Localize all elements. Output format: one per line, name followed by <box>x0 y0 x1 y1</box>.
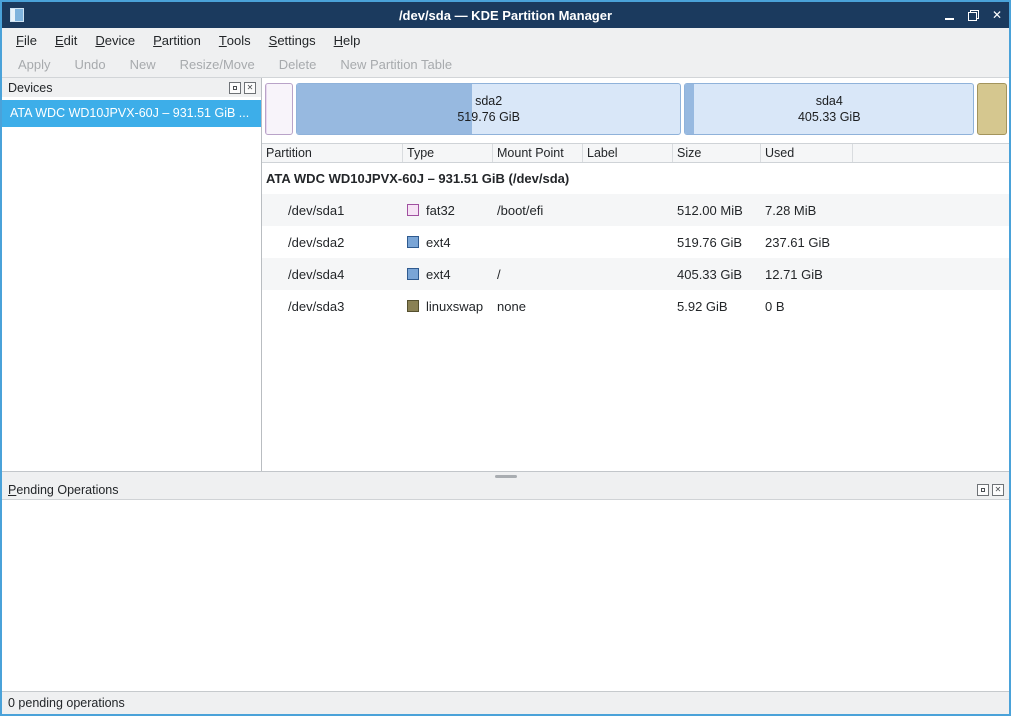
toolbar: Apply Undo New Resize/Move Delete New Pa… <box>2 52 1009 78</box>
cell-used: 0 B <box>761 299 853 314</box>
partition-bar-area: sda2 519.76 GiB sda4 405.33 GiB <box>262 78 1009 143</box>
cell-partition: /dev/sda1 <box>262 203 403 218</box>
close-icon: ✕ <box>992 9 1002 21</box>
pending-operations-list <box>2 499 1009 691</box>
resize-move-button[interactable]: Resize/Move <box>168 57 267 72</box>
cell-type: linuxswap <box>403 299 493 314</box>
cell-type: ext4 <box>403 235 493 250</box>
partition-bar: sda2 519.76 GiB sda4 405.33 GiB <box>265 83 1007 135</box>
column-header-filler <box>853 144 1009 162</box>
restore-button[interactable] <box>961 2 985 28</box>
menu-file[interactable]: File <box>7 28 46 52</box>
devices-panel-title: Devices <box>8 81 52 95</box>
float-icon <box>233 86 237 90</box>
titlebar[interactable]: /dev/sda — KDE Partition Manager ✕ <box>2 2 1009 28</box>
menu-settings[interactable]: Settings <box>260 28 325 52</box>
filesystem-swatch-icon <box>407 236 419 248</box>
close-icon: ✕ <box>995 486 1002 494</box>
devices-panel: Devices ✕ ATA WDC WD10JPVX-60J – 931.51 … <box>2 78 262 471</box>
menu-device[interactable]: Device <box>86 28 144 52</box>
column-header-label[interactable]: Label <box>583 144 673 162</box>
cell-partition: /dev/sda4 <box>262 267 403 282</box>
delete-button[interactable]: Delete <box>267 57 329 72</box>
cell-mount-point: none <box>493 299 583 314</box>
new-partition-table-button[interactable]: New Partition Table <box>328 57 464 72</box>
cell-type: ext4 <box>403 267 493 282</box>
float-panel-button[interactable] <box>229 82 241 94</box>
menu-edit[interactable]: Edit <box>46 28 86 52</box>
column-header-mount-point[interactable]: Mount Point <box>493 144 583 162</box>
app-icon[interactable] <box>10 8 24 22</box>
device-group-row[interactable]: ATA WDC WD10JPVX-60J – 931.51 GiB (/dev/… <box>262 163 1009 194</box>
pending-operations-panel: Pending Operations ✕ <box>2 480 1009 691</box>
cell-type: fat32 <box>403 203 493 218</box>
new-button[interactable]: New <box>118 57 168 72</box>
cell-used: 237.61 GiB <box>761 235 853 250</box>
partition-table-header: Partition Type Mount Point Label Size Us… <box>262 143 1009 163</box>
table-row[interactable]: /dev/sda3 linuxswap none 5.92 GiB 0 B <box>262 290 1009 322</box>
app-window: /dev/sda — KDE Partition Manager ✕ File … <box>0 0 1011 716</box>
splitter-handle-icon <box>495 475 517 478</box>
partition-segment-label <box>266 84 292 134</box>
table-row[interactable]: /dev/sda4 ext4 / 405.33 GiB 12.71 GiB <box>262 258 1009 290</box>
partition-view: sda2 519.76 GiB sda4 405.33 GiB <box>262 78 1009 471</box>
window-title: /dev/sda — KDE Partition Manager <box>2 8 1009 23</box>
window-controls: ✕ <box>937 2 1009 28</box>
column-header-size[interactable]: Size <box>673 144 761 162</box>
minimize-icon <box>945 18 954 20</box>
restore-icon <box>968 10 979 21</box>
horizontal-splitter[interactable] <box>2 472 1009 480</box>
apply-button[interactable]: Apply <box>6 57 63 72</box>
float-icon <box>981 488 985 492</box>
partition-segment-sda3[interactable] <box>977 83 1007 135</box>
devices-panel-header: Devices ✕ <box>2 78 261 97</box>
column-header-used[interactable]: Used <box>761 144 853 162</box>
cell-mount-point: / <box>493 267 583 282</box>
pending-operations-title: Pending Operations <box>8 483 119 497</box>
filesystem-swatch-icon <box>407 268 419 280</box>
partition-segment-sda2[interactable]: sda2 519.76 GiB <box>296 83 681 135</box>
undo-button[interactable]: Undo <box>63 57 118 72</box>
menubar: File Edit Device Partition Tools Setting… <box>2 28 1009 52</box>
column-header-type[interactable]: Type <box>403 144 493 162</box>
column-header-partition[interactable]: Partition <box>262 144 403 162</box>
close-panel-button[interactable]: ✕ <box>244 82 256 94</box>
menu-help[interactable]: Help <box>325 28 370 52</box>
close-panel-button[interactable]: ✕ <box>992 484 1004 496</box>
status-bar: 0 pending operations <box>2 691 1009 714</box>
cell-mount-point: /boot/efi <box>493 203 583 218</box>
cell-size: 519.76 GiB <box>673 235 761 250</box>
table-row[interactable]: /dev/sda1 fat32 /boot/efi 512.00 MiB 7.2… <box>262 194 1009 226</box>
menu-tools[interactable]: Tools <box>210 28 260 52</box>
cell-partition: /dev/sda2 <box>262 235 403 250</box>
pending-operations-header: Pending Operations ✕ <box>2 480 1009 499</box>
float-panel-button[interactable] <box>977 484 989 496</box>
cell-size: 5.92 GiB <box>673 299 761 314</box>
device-list-item[interactable]: ATA WDC WD10JPVX-60J – 931.51 GiB ... <box>2 100 261 127</box>
partition-table: ATA WDC WD10JPVX-60J – 931.51 GiB (/dev/… <box>262 163 1009 471</box>
cell-used: 7.28 MiB <box>761 203 853 218</box>
filesystem-swatch-icon <box>407 204 419 216</box>
cell-used: 12.71 GiB <box>761 267 853 282</box>
cell-size: 405.33 GiB <box>673 267 761 282</box>
close-icon: ✕ <box>247 84 254 92</box>
main-area: Devices ✕ ATA WDC WD10JPVX-60J – 931.51 … <box>2 78 1009 472</box>
cell-size: 512.00 MiB <box>673 203 761 218</box>
close-button[interactable]: ✕ <box>985 2 1009 28</box>
partition-segment-label: sda4 405.33 GiB <box>685 84 973 134</box>
partition-segment-label <box>978 84 1006 134</box>
partition-segment-sda4[interactable]: sda4 405.33 GiB <box>684 83 974 135</box>
status-text: 0 pending operations <box>8 696 125 710</box>
filesystem-swatch-icon <box>407 300 419 312</box>
cell-partition: /dev/sda3 <box>262 299 403 314</box>
device-list: ATA WDC WD10JPVX-60J – 931.51 GiB ... <box>2 97 261 471</box>
table-row[interactable]: /dev/sda2 ext4 519.76 GiB 237.61 GiB <box>262 226 1009 258</box>
menu-partition[interactable]: Partition <box>144 28 210 52</box>
partition-segment-sda1[interactable] <box>265 83 293 135</box>
minimize-button[interactable] <box>937 2 961 28</box>
partition-segment-label: sda2 519.76 GiB <box>297 84 680 134</box>
